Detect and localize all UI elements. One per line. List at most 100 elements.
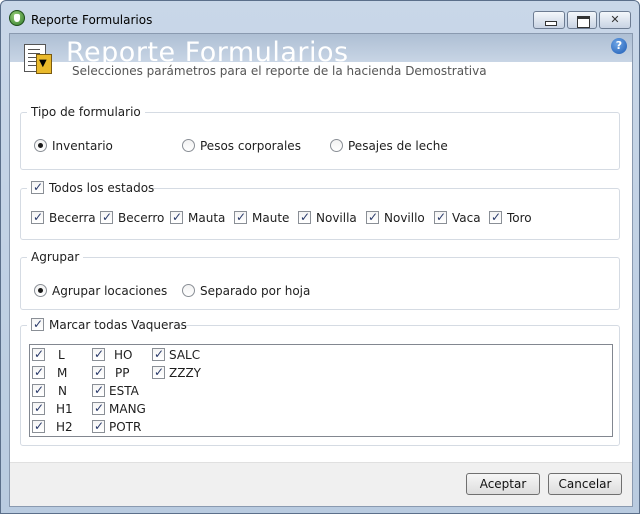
vaquera-esta-indicator[interactable] <box>92 383 105 397</box>
vaquera-salc[interactable]: SALC <box>152 347 206 362</box>
group-tipo-legend: Tipo de formulario <box>27 105 145 119</box>
radio-pesos-corporales[interactable]: Pesos corporales <box>182 139 302 153</box>
group-tipo-formulario: Tipo de formulario Inventario Pesos corp… <box>20 105 620 170</box>
checkbox-mauta-label: Mauta <box>188 211 226 225</box>
checkbox-novilla[interactable]: Novilla <box>298 210 358 225</box>
radio-agrupar-locaciones[interactable]: Agrupar locaciones <box>34 284 168 298</box>
vaquera-label: POTR <box>109 420 142 434</box>
radio-separado-indicator[interactable] <box>182 284 195 297</box>
radio-pesos-label: Pesos corporales <box>200 139 301 153</box>
radio-agrupar-label: Agrupar locaciones <box>52 284 168 298</box>
vaquera-esta[interactable]: ESTA <box>92 383 146 398</box>
checkbox-becerra-label: Becerra <box>49 211 96 225</box>
vaquera-label: SALC <box>169 348 201 362</box>
maximize-button[interactable] <box>567 11 597 29</box>
radio-pesos-indicator[interactable] <box>182 139 195 152</box>
vaquera-h2-indicator[interactable] <box>32 419 45 433</box>
radio-agrupar-indicator[interactable] <box>34 284 47 297</box>
checkbox-becerra-indicator[interactable] <box>31 210 44 224</box>
vaquera-label: N <box>58 384 67 398</box>
checkbox-maute-indicator[interactable] <box>234 210 247 224</box>
report-form-icon <box>22 42 54 76</box>
minimize-icon <box>534 12 564 28</box>
marcar-vaqueras-label: Marcar todas Vaqueras <box>49 318 187 332</box>
vaquera-label: H1 <box>56 402 73 416</box>
radio-pesajes-label: Pesajes de leche <box>348 139 448 153</box>
checkbox-becerro[interactable]: Becerro <box>100 210 165 225</box>
form-content: Tipo de formulario Inventario Pesos corp… <box>10 90 632 450</box>
vaquera-m-indicator[interactable] <box>32 365 45 379</box>
accept-button[interactable]: Aceptar <box>466 473 540 495</box>
vaquera-h1[interactable]: H1 <box>32 401 80 416</box>
checkbox-toro-indicator[interactable] <box>489 210 502 224</box>
checkbox-becerro-indicator[interactable] <box>100 210 113 224</box>
header-title: Reporte Formularios <box>66 37 349 64</box>
vaquera-l-indicator[interactable] <box>32 347 45 361</box>
group-agrupar-legend: Agrupar <box>27 250 84 264</box>
checkbox-mauta[interactable]: Mauta <box>170 210 226 225</box>
vaquera-label: M <box>57 366 68 380</box>
vaquera-label: ESTA <box>109 384 139 398</box>
vaquera-potr[interactable]: POTR <box>92 419 146 434</box>
vaqueras-list[interactable]: L M N H1 H2 HO PP ESTA MANG POTR SALC ZZ… <box>29 344 613 437</box>
help-icon[interactable]: ? <box>611 38 627 54</box>
vaquera-label: PP <box>115 366 130 380</box>
checkbox-maute-label: Maute <box>252 211 290 225</box>
checkbox-novillo-label: Novillo <box>384 211 425 225</box>
vaquera-label: H2 <box>56 420 73 434</box>
dialog-footer: Aceptar Cancelar <box>10 462 632 506</box>
close-button[interactable]: ✕ <box>599 11 631 29</box>
vaquera-l[interactable]: L <box>32 347 80 362</box>
checkbox-novilla-indicator[interactable] <box>298 210 311 224</box>
radio-pesajes-leche[interactable]: Pesajes de leche <box>330 139 450 153</box>
dialog-body: Reporte Formularios Selecciones parámetr… <box>9 33 633 507</box>
close-icon: ✕ <box>610 13 620 26</box>
cancel-button[interactable]: Cancelar <box>548 473 622 495</box>
vaquera-n-indicator[interactable] <box>32 383 45 397</box>
vaquera-pp[interactable]: PP <box>92 365 146 380</box>
vaquera-potr-indicator[interactable] <box>92 419 105 433</box>
vaquera-mang-indicator[interactable] <box>92 401 105 415</box>
checkbox-mauta-indicator[interactable] <box>170 210 183 224</box>
vaquera-pp-indicator[interactable] <box>92 365 105 379</box>
checkbox-novillo[interactable]: Novillo <box>366 210 426 225</box>
minimize-button[interactable] <box>533 11 565 29</box>
radio-separado-hoja[interactable]: Separado por hoja <box>182 284 312 298</box>
checkbox-novilla-label: Novilla <box>316 211 357 225</box>
vaquera-h1-indicator[interactable] <box>32 401 45 415</box>
vaquera-ho[interactable]: HO <box>92 347 146 362</box>
checkbox-vaca[interactable]: Vaca <box>434 210 482 225</box>
dialog-header: Reporte Formularios Selecciones parámetr… <box>10 34 632 82</box>
todos-estados-indicator[interactable] <box>31 180 44 194</box>
checkbox-toro[interactable]: Toro <box>489 210 537 225</box>
checkbox-becerra[interactable]: Becerra <box>31 210 96 225</box>
vaquera-label: MANG <box>109 402 146 416</box>
vaquera-zzzy-indicator[interactable] <box>152 365 165 379</box>
vaquera-salc-indicator[interactable] <box>152 347 165 361</box>
marcar-vaqueras-indicator[interactable] <box>31 317 44 331</box>
marcar-vaqueras-checkbox[interactable]: Marcar todas Vaqueras <box>27 317 187 332</box>
report-window: Reporte Formularios ✕ Reporte Formulario… <box>0 0 640 514</box>
radio-inventario-indicator[interactable] <box>34 139 47 152</box>
radio-inventario[interactable]: Inventario <box>34 139 124 153</box>
vaquera-h2[interactable]: H2 <box>32 419 80 434</box>
maximize-icon <box>568 12 596 28</box>
title-bar[interactable]: Reporte Formularios ✕ <box>1 1 639 33</box>
checkbox-vaca-label: Vaca <box>452 211 481 225</box>
vaquera-n[interactable]: N <box>32 383 80 398</box>
vaquera-m[interactable]: M <box>32 365 80 380</box>
header-subtitle: Selecciones parámetros para el reporte d… <box>72 64 487 78</box>
group-vaqueras: Marcar todas Vaqueras L M N H1 H2 HO PP … <box>20 317 620 446</box>
group-agrupar: Agrupar Agrupar locaciones Separado por … <box>20 250 620 310</box>
checkbox-maute[interactable]: Maute <box>234 210 290 225</box>
checkbox-toro-label: Toro <box>507 211 532 225</box>
checkbox-vaca-indicator[interactable] <box>434 210 447 224</box>
checkbox-novillo-indicator[interactable] <box>366 210 379 224</box>
checkbox-becerro-label: Becerro <box>118 211 165 225</box>
radio-pesajes-indicator[interactable] <box>330 139 343 152</box>
vaquera-ho-indicator[interactable] <box>92 347 105 361</box>
vaquera-mang[interactable]: MANG <box>92 401 146 416</box>
vaquera-zzzy[interactable]: ZZZY <box>152 365 206 380</box>
vaquera-label: ZZZY <box>169 366 201 380</box>
todos-estados-checkbox[interactable]: Todos los estados <box>27 180 154 195</box>
